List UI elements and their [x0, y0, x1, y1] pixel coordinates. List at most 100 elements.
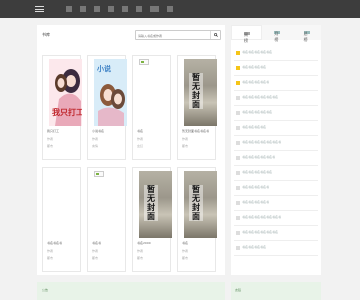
rank-number: 12: [236, 216, 240, 220]
nav-item[interactable]: 排行: [94, 6, 100, 12]
book-author: 作者: [92, 137, 99, 141]
book-category: 都市: [47, 256, 54, 260]
book-title[interactable]: 暂无封面书名书名书: [182, 129, 215, 133]
book-card[interactable]: 我只打工 我只打工 作者 都市: [42, 55, 82, 160]
book-title[interactable]: 书名: [137, 129, 170, 133]
rank-book-name: 书名书名书名书名书名: [242, 170, 273, 174]
book-card[interactable]: 暂无封面 暂无封面书名书名书 作者 都市: [177, 55, 217, 160]
book-category: 都市: [92, 256, 99, 260]
rank-number: 5: [236, 111, 240, 115]
broken-image-icon[interactable]: [139, 59, 149, 65]
tab-month[interactable]: 月榜: [262, 25, 291, 42]
tab-label: 月榜: [274, 31, 281, 42]
search-input[interactable]: [138, 32, 208, 39]
nav-items: 首页 分类 排行 完本 书单 入库 更多 书架: [66, 6, 173, 12]
notice-label: 公告: [42, 288, 49, 292]
links-panel: 友链: [231, 282, 321, 300]
book-author: 作者: [47, 137, 54, 141]
svg-text:小说: 小说: [96, 64, 111, 73]
book-category: 都市: [47, 144, 54, 148]
rank-book-name: 书名书名书名书名书名书名: [242, 230, 279, 234]
cover-illustration: 我只打工: [49, 59, 82, 126]
rank-book-name: 书名书名书名书名书名书名: [242, 95, 279, 99]
rank-number: 2: [236, 66, 240, 70]
nav-item-bookshelf[interactable]: 书架: [167, 6, 173, 12]
rank-item[interactable]: 7 书名书名书名书名书名书名书: [234, 137, 318, 151]
book-title[interactable]: 书名: [182, 241, 215, 245]
tab-label: 周榜: [244, 32, 250, 43]
book-title[interactable]: 我只打工: [47, 129, 80, 133]
book-card[interactable]: 书名书 作者 都市: [87, 167, 126, 272]
menu-icon[interactable]: [35, 6, 44, 12]
rank-item[interactable]: 13 书名书名书名书名书名书名: [234, 227, 318, 241]
rank-item[interactable]: 1 书名书名书名书名书名: [234, 47, 318, 61]
nav-item[interactable]: 入库: [136, 6, 142, 12]
book-cover[interactable]: 暂无封面: [139, 171, 172, 238]
book-cover[interactable]: 暂无封面: [184, 171, 217, 238]
book-card[interactable]: 暂无封面 书名 作者 都市: [177, 167, 217, 272]
book-grid: 我只打工 我只打工 作者 都市 小说 小说书名 作者 言情 书名 作者 玄幻 暂…: [42, 55, 222, 272]
search-button[interactable]: [210, 31, 220, 39]
tab-week[interactable]: 周榜: [231, 25, 263, 43]
book-author: 作者: [92, 249, 99, 253]
rank-book-name: 书名书名书名书名书名书: [242, 155, 276, 159]
book-title[interactable]: 书名书: [92, 241, 125, 245]
rank-item[interactable]: 2 书名书名书名书名: [234, 62, 318, 76]
book-cover[interactable]: 我只打工: [49, 59, 82, 126]
rank-book-name: 书名书名书名书名书: [242, 185, 270, 189]
book-cover[interactable]: [49, 171, 82, 238]
rank-item[interactable]: 8 书名书名书名书名书名书: [234, 152, 318, 166]
rank-item[interactable]: 4 书名书名书名书名书名书名: [234, 92, 318, 106]
rank-number: 7: [236, 141, 240, 145]
no-cover-image: 暂无封面: [184, 171, 217, 238]
search-icon: [214, 33, 218, 37]
book-cover[interactable]: 暂无封面: [184, 59, 217, 126]
book-card[interactable]: 书名书名书 作者 都市: [42, 167, 81, 272]
top-nav: 首页 分类 排行 完本 书单 入库 更多 书架: [0, 0, 360, 18]
book-title[interactable]: 小说书名: [92, 129, 125, 133]
book-info: 小说书名 作者 言情: [92, 129, 125, 151]
rank-book-name: 书名书名书名书名书: [242, 80, 270, 84]
book-author: 作者: [182, 249, 189, 253]
nav-item[interactable]: 分类: [80, 6, 86, 12]
notice-panel: 公告: [37, 282, 225, 300]
rank-tabs: 周榜 月榜 总榜: [231, 25, 321, 43]
nav-item[interactable]: 书单: [122, 6, 128, 12]
no-cover-image: 暂无封面: [139, 171, 172, 238]
book-card[interactable]: 书名 作者 玄幻: [132, 55, 171, 160]
rank-number: 14: [236, 246, 240, 250]
rank-book-name: 书名书名书名书名书名书名书: [242, 215, 282, 219]
book-cover[interactable]: 小说: [94, 59, 127, 126]
book-card[interactable]: 暂无封面 书名2000 作者 都市: [132, 167, 172, 272]
book-info: 暂无封面书名书名书 作者 都市: [182, 129, 215, 151]
book-info: 书名书名书 作者 都市: [47, 241, 80, 263]
rank-number: 11: [236, 201, 240, 205]
nav-item[interactable]: 完本: [108, 6, 114, 12]
nav-item[interactable]: 首页: [66, 6, 72, 12]
rank-book-name: 书名书名书名书名书名书名书: [242, 140, 282, 144]
rank-book-name: 书名书名书名书名: [242, 245, 267, 249]
book-card[interactable]: 小说 小说书名 作者 言情: [87, 55, 127, 160]
book-title[interactable]: 书名书名书: [47, 241, 80, 245]
rank-item[interactable]: 3 书名书名书名书名书: [234, 77, 318, 91]
no-cover-image: 暂无封面: [184, 59, 217, 126]
broken-image-icon[interactable]: [94, 171, 104, 177]
book-library-panel: 书库 我只打工 我只打工 作者 都市 小说 小说书名 作者 言情 书名 作者 玄…: [37, 25, 225, 275]
rank-item[interactable]: 14 书名书名书名书名: [234, 242, 318, 256]
rank-item[interactable]: 5 书名书名书名书名书名: [234, 107, 318, 121]
rank-item[interactable]: 6 书名书名书名书名: [234, 122, 318, 136]
book-category: 都市: [137, 256, 144, 260]
rank-number: 13: [236, 231, 240, 235]
rank-item[interactable]: 11 书名书名书名书名书: [234, 197, 318, 211]
nav-item-more[interactable]: 更多: [150, 6, 159, 12]
rank-item[interactable]: 9 书名书名书名书名书名: [234, 167, 318, 181]
book-author: 作者: [137, 137, 144, 141]
rank-item[interactable]: 12 书名书名书名书名书名书名书: [234, 212, 318, 226]
book-title[interactable]: 书名2000: [137, 241, 170, 245]
rank-item[interactable]: 10 书名书名书名书名书: [234, 182, 318, 196]
no-cover-text: 暂无封面: [189, 73, 203, 109]
page-title: 书库: [42, 32, 50, 37]
book-info: 书名 作者 都市: [182, 241, 215, 263]
tab-total[interactable]: 总榜: [292, 25, 321, 42]
rank-number: 6: [236, 126, 240, 130]
